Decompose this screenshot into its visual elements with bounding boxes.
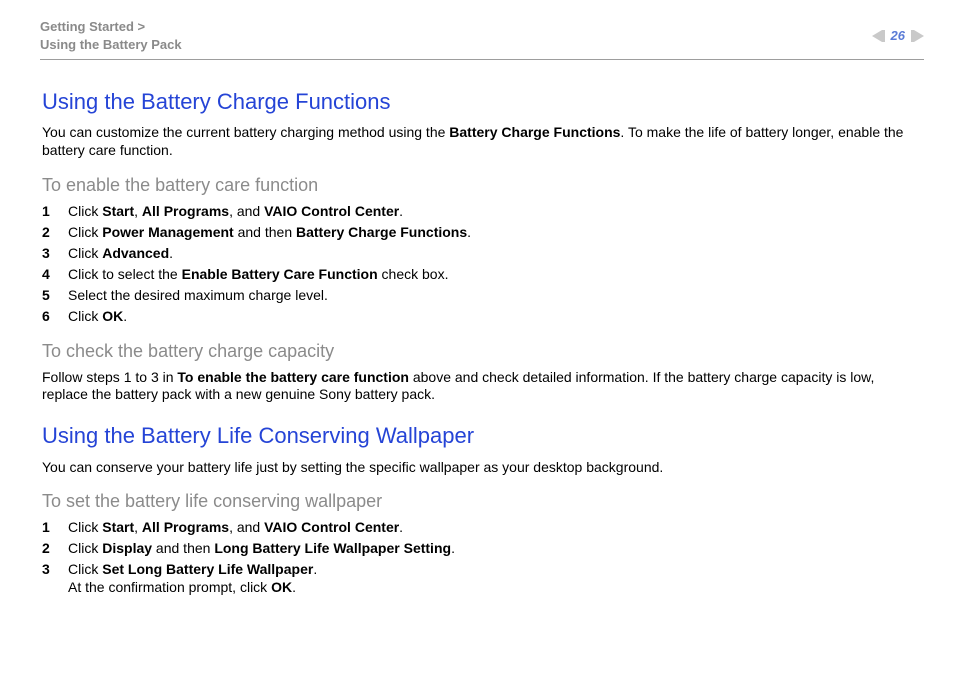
next-page-icon[interactable] (911, 30, 924, 42)
page-number: 26 (891, 28, 905, 43)
section-heading: Using the Battery Charge Functions (42, 88, 912, 116)
step-item: 2Click Power Management and then Battery… (42, 224, 912, 242)
steps-list: 1Click Start, All Programs, and VAIO Con… (42, 519, 912, 597)
document-page: Getting Started > Using the Battery Pack… (0, 0, 954, 674)
section1-sub2-para: Follow steps 1 to 3 in To enable the bat… (42, 369, 912, 405)
breadcrumb-line-1: Getting Started > (40, 19, 145, 34)
page-header: Getting Started > Using the Battery Pack… (0, 0, 954, 59)
steps-list: 1Click Start, All Programs, and VAIO Con… (42, 203, 912, 325)
breadcrumb: Getting Started > Using the Battery Pack (40, 18, 182, 53)
subsection-heading: To check the battery charge capacity (42, 340, 912, 363)
prev-page-icon[interactable] (872, 30, 885, 42)
section2-intro: You can conserve your battery life just … (42, 459, 912, 477)
step-item: 3Click Set Long Battery Life Wallpaper.A… (42, 561, 912, 597)
step-item: 1Click Start, All Programs, and VAIO Con… (42, 203, 912, 221)
step-item: 2Click Display and then Long Battery Lif… (42, 540, 912, 558)
breadcrumb-line-2: Using the Battery Pack (40, 37, 182, 52)
step-item: 5Select the desired maximum charge level… (42, 287, 912, 305)
subsection-heading: To enable the battery care function (42, 174, 912, 197)
subsection-heading: To set the battery life conserving wallp… (42, 490, 912, 513)
content-area: Using the Battery Charge Functions You c… (0, 60, 954, 597)
section-heading: Using the Battery Life Conserving Wallpa… (42, 422, 912, 450)
pager: 26 (872, 18, 924, 43)
step-item: 6Click OK. (42, 308, 912, 326)
section1-intro: You can customize the current battery ch… (42, 124, 912, 160)
step-item: 3Click Advanced. (42, 245, 912, 263)
step-item: 4Click to select the Enable Battery Care… (42, 266, 912, 284)
step-item: 1Click Start, All Programs, and VAIO Con… (42, 519, 912, 537)
